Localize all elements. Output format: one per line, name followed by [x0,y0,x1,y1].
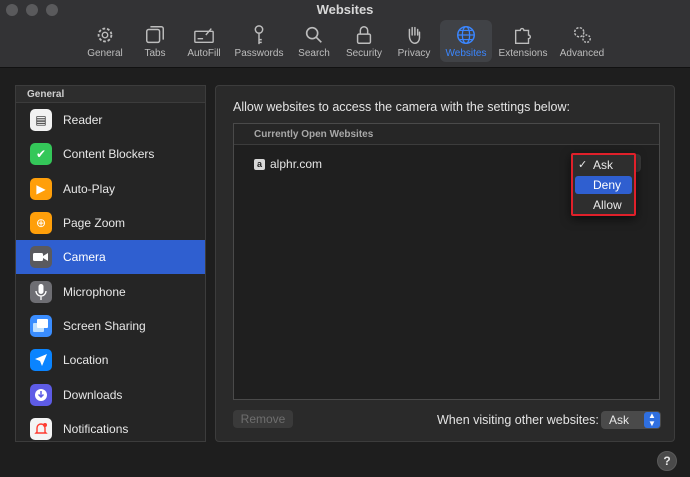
camera-settings-panel: Allow websites to access the camera with… [215,85,675,442]
play-icon: ▶ [30,177,52,200]
tab-autofill[interactable]: AutoFill [183,20,225,62]
sidebar-item-screen-sharing[interactable]: Screen Sharing [16,309,205,343]
tab-tabs[interactable]: Tabs [139,20,171,62]
globe-icon [453,22,479,48]
screen-sharing-icon [30,314,52,337]
sidebar-item-label: Auto-Play [63,181,116,196]
puzzle-icon [510,22,536,48]
content-blocker-icon: ✔ [30,143,52,166]
tab-search[interactable]: Search [296,20,332,62]
hand-icon [401,22,427,48]
tab-websites[interactable]: Websites [440,20,492,62]
zoom-icon: ⊕ [30,212,52,235]
settings-sidebar: General ▤ Reader ✔ Content Blockers ▶ Au… [15,85,206,442]
panel-description: Allow websites to access the camera with… [233,100,570,114]
gear-icon [92,22,118,48]
reader-icon: ▤ [30,109,52,132]
remove-button[interactable]: Remove [233,410,293,428]
sidebar-item-reader[interactable]: ▤ Reader [16,103,205,137]
notifications-icon [30,417,52,440]
autofill-icon [191,22,217,48]
other-websites-select[interactable]: Ask ▲ ▼ [601,411,661,429]
key-icon [246,22,272,48]
sidebar-item-microphone[interactable]: Microphone [16,274,205,308]
sidebar-item-notifications[interactable]: Notifications [16,412,205,441]
location-icon [30,349,52,372]
site-favicon-icon: a [254,158,265,170]
permission-dropdown-menu: ✓ Ask Deny Allow [571,153,636,216]
tab-privacy[interactable]: Privacy [395,20,433,62]
preferences-toolbar: General Tabs AutoFill Passwords Search S… [0,20,690,64]
tab-advanced[interactable]: Advanced [557,20,607,62]
sidebar-section-header: General [16,86,205,103]
table-row[interactable]: a alphr.com [254,157,322,171]
sidebar-item-label: Notifications [63,421,129,436]
sidebar-item-location[interactable]: Location [16,343,205,377]
sidebar-item-content-blockers[interactable]: ✔ Content Blockers [16,137,205,171]
menu-item-ask[interactable]: ✓ Ask [575,156,632,174]
search-icon [301,22,327,48]
sidebar-item-label: Page Zoom [63,216,126,231]
help-button[interactable]: ? [657,451,677,471]
sidebar-item-label: Microphone [63,284,126,299]
sidebar-item-auto-play[interactable]: ▶ Auto-Play [16,172,205,206]
tabs-icon [142,22,168,48]
tab-security[interactable]: Security [343,20,385,62]
window-title: Websites [316,2,374,17]
other-websites-label: When visiting other websites: [437,413,599,427]
tab-passwords[interactable]: Passwords [232,20,286,62]
sidebar-item-page-zoom[interactable]: ⊕ Page Zoom [16,206,205,240]
sidebar-item-label: Location [63,353,109,368]
tab-general[interactable]: General [84,20,126,62]
gears-icon [569,22,595,48]
sidebar-item-label: Camera [63,250,106,265]
lock-icon [351,22,377,48]
sidebar-item-label: Screen Sharing [63,318,146,333]
sidebar-item-camera[interactable]: Camera [16,240,205,275]
menu-item-allow[interactable]: Allow [575,196,632,214]
sidebar-item-label: Reader [63,113,103,128]
chevron-up-down-icon: ▲ ▼ [644,412,660,428]
tab-extensions[interactable]: Extensions [496,20,550,62]
sidebar-item-label: Downloads [63,387,123,402]
downloads-icon [30,383,52,406]
camera-icon [30,246,52,269]
microphone-icon [30,280,52,303]
sidebar-item-label: Content Blockers [63,147,155,162]
site-name: alphr.com [270,157,323,171]
other-websites-value: Ask [609,413,630,427]
menu-item-deny[interactable]: Deny [575,176,632,194]
title-bar: Websites General Tabs AutoFill Passwords [0,0,690,68]
table-header: Currently Open Websites [234,124,659,145]
sidebar-item-downloads[interactable]: Downloads [16,377,205,411]
checkmark-icon: ✓ [578,159,588,171]
